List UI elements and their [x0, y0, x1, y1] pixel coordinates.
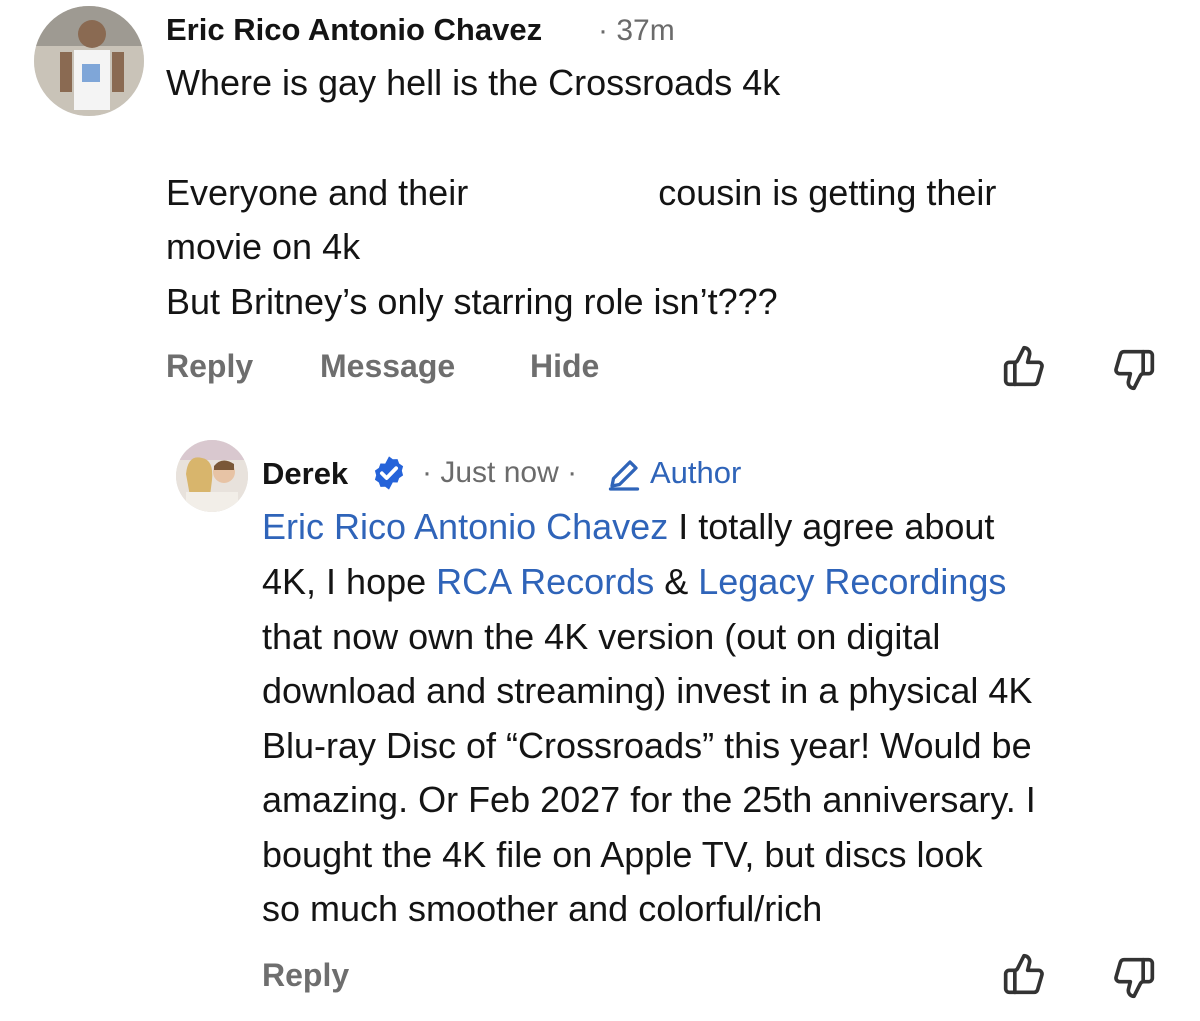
comment-timestamp: 37m: [616, 14, 675, 47]
reply-timestamp: Just now: [440, 456, 559, 489]
author-badge: Author: [650, 455, 742, 490]
reply-line-5: Blu-ray Disc of “Crossroads” this year! …: [262, 725, 1032, 766]
reply-line-1: Eric Rico Antonio Chavez I totally agree…: [262, 500, 994, 555]
comment-line-2b: cousin is getting their: [658, 172, 997, 213]
comment-line-1: Where is gay hell is the Crossroads 4k: [166, 62, 781, 103]
reply-line-8: so much smoother and colorful/rich: [262, 888, 823, 929]
reply-line-7: bought the 4K file on Apple TV, but disc…: [262, 834, 983, 875]
reply-line-4: download and streaming) invest in a phys…: [262, 670, 1033, 711]
thumbs-down-icon[interactable]: [1112, 956, 1156, 1000]
comment-line-2a: Everyone and their: [166, 172, 469, 213]
redacted-word: [478, 178, 648, 208]
message-button[interactable]: Message: [320, 348, 455, 385]
comment-line-2: Everyone and their cousin is getting the…: [166, 166, 996, 221]
thumbs-down-icon[interactable]: [1112, 348, 1156, 392]
reply-author-name[interactable]: Derek: [262, 456, 348, 492]
reply-text-1: I totally agree about: [668, 506, 995, 547]
verified-badge-icon: [370, 454, 408, 492]
reply-meta: · Just now ·: [422, 456, 577, 490]
reply-line-6: amazing. Or Feb 2027 for the 25th annive…: [262, 779, 1036, 820]
reply-text-2: 4K, I hope: [262, 561, 437, 602]
comment-meta: · 37m: [598, 14, 675, 48]
thumbs-up-icon[interactable]: [1002, 952, 1046, 996]
meta-separator: ·: [567, 456, 578, 489]
reply-line-2: 4K, I hope RCA Records & Legacy Recordin…: [262, 555, 1006, 610]
meta-separator: ·: [598, 14, 608, 47]
reply-button[interactable]: Reply: [166, 348, 253, 385]
mention-legacy-recordings[interactable]: Legacy Recordings: [698, 561, 1006, 602]
avatar-eric[interactable]: [34, 6, 144, 116]
mention-eric[interactable]: Eric Rico Antonio Chavez: [262, 506, 668, 547]
comment-author-name[interactable]: Eric Rico Antonio Chavez: [166, 12, 542, 48]
comment-line-3: movie on 4k: [166, 226, 361, 267]
meta-separator: ·: [422, 456, 432, 489]
mention-rca-records[interactable]: RCA Records: [436, 561, 654, 602]
avatar-derek[interactable]: [176, 440, 248, 512]
comment-line-4: But Britney’s only starring role isn’t??…: [166, 281, 778, 322]
reply-text-3: &: [654, 561, 699, 602]
hide-button[interactable]: Hide: [530, 348, 599, 385]
reply-reply-button[interactable]: Reply: [262, 957, 349, 994]
thumbs-up-icon[interactable]: [1002, 344, 1046, 388]
reply-line-3: that now own the 4K version (out on digi…: [262, 616, 941, 657]
pencil-icon: [606, 456, 642, 492]
